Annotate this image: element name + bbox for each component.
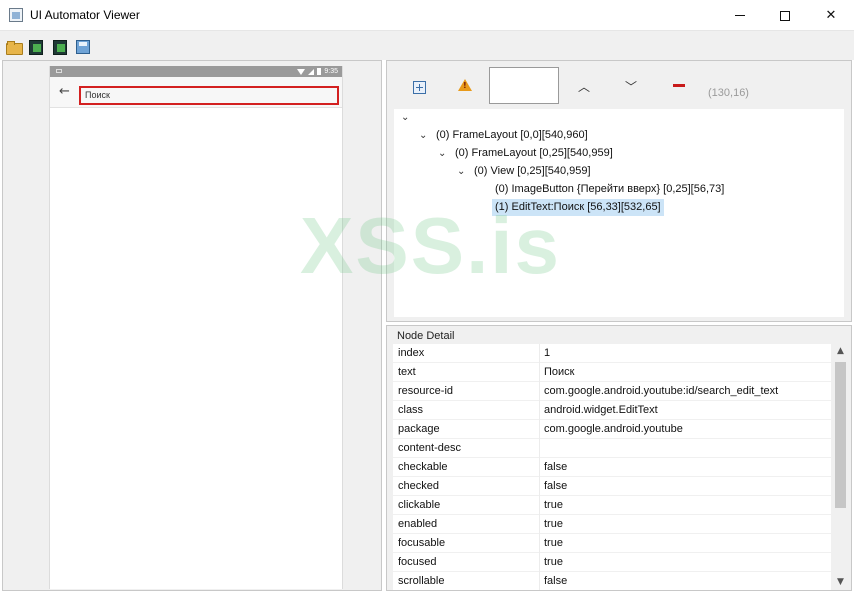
property-key: checked — [398, 480, 439, 492]
property-value: false — [544, 575, 568, 587]
window-title: UI Automator Viewer — [30, 8, 140, 22]
close-icon: ✕ — [825, 8, 837, 23]
device-screen[interactable]: 9:35 ← Поиск — [49, 66, 343, 589]
table-row[interactable]: class android.widget.EditText — [393, 401, 831, 420]
property-key: enabled — [398, 518, 438, 530]
tree-node-selected[interactable]: (1) EditText:Поиск [56,33][532,65] — [492, 199, 664, 216]
title-bar: UI Automator Viewer ✕ — [0, 0, 854, 31]
chevron-down-icon[interactable]: ﹀ — [621, 76, 641, 96]
node-detail-table: index 1 text Поиск resource-id com.google.a… — [393, 344, 831, 590]
scroll-thumb[interactable] — [835, 362, 846, 508]
property-key: clickable — [398, 499, 441, 511]
property-value: Поиск — [544, 366, 575, 378]
folder-open-icon[interactable] — [6, 40, 23, 55]
node-detail-pane: Node Detail index 1 text Поиск resource-id… — [386, 325, 852, 591]
table-row[interactable]: index 1 — [393, 344, 831, 363]
save-icon[interactable] — [76, 40, 90, 54]
node-detail-title: Node Detail — [397, 330, 455, 342]
table-row[interactable]: focusable true — [393, 534, 831, 553]
table-row[interactable]: checkable false — [393, 458, 831, 477]
status-time: 9:35 — [324, 68, 338, 75]
table-row[interactable]: content-desc — [393, 439, 831, 458]
chevron-down-icon[interactable]: ⌄ — [438, 145, 448, 162]
property-value: true — [544, 556, 563, 568]
minimize-button[interactable] — [717, 0, 763, 31]
status-bar: 9:35 — [50, 66, 342, 77]
table-row[interactable]: package com.google.android.youtube — [393, 420, 831, 439]
wifi-icon — [297, 68, 306, 75]
property-value: true — [544, 499, 563, 511]
tree-node[interactable]: (0) ImageButton {Перейти вверх} [0,25][5… — [495, 181, 724, 198]
close-button[interactable]: ✕ — [808, 0, 854, 31]
signal-icon — [308, 68, 315, 75]
scroll-up-icon[interactable]: ▲ — [833, 344, 848, 359]
property-key: focusable — [398, 537, 446, 549]
notification-icon — [56, 69, 62, 73]
property-key: checkable — [398, 461, 448, 473]
property-value: true — [544, 518, 563, 530]
arrow-left-icon[interactable]: ← — [59, 84, 70, 99]
maximize-icon — [780, 10, 790, 21]
chevron-down-icon[interactable]: ⌄ — [419, 127, 429, 144]
toolbar — [0, 31, 854, 60]
device-screenshot-compressed-icon[interactable] — [53, 40, 67, 55]
property-key: content-desc — [398, 442, 461, 454]
coords-readout: (130,16) — [708, 87, 749, 99]
table-row[interactable]: clickable true — [393, 496, 831, 515]
chevron-up-icon[interactable]: ︿ — [574, 76, 594, 96]
node-detail-scrollbar[interactable]: ▲ ▼ — [833, 344, 848, 590]
property-value: true — [544, 537, 563, 549]
app-search-bar: ← Поиск — [50, 77, 342, 108]
table-row[interactable]: scrollable false — [393, 572, 831, 590]
table-row[interactable]: focused true — [393, 553, 831, 572]
app-icon — [9, 8, 23, 22]
minimize-icon — [735, 15, 745, 16]
expand-all-icon[interactable] — [409, 77, 429, 97]
tree-node[interactable]: (0) View [0,25][540,959] — [474, 163, 591, 180]
screenshot-pane: 9:35 ← Поиск — [2, 60, 382, 591]
node-search-input[interactable] — [489, 67, 559, 104]
property-key: class — [398, 404, 424, 416]
property-value: com.google.android.youtube:id/search_edi… — [544, 385, 779, 397]
maximize-button[interactable] — [762, 0, 808, 31]
search-edit-text[interactable]: Поиск — [79, 86, 339, 105]
property-key: focused — [398, 556, 437, 568]
clear-icon[interactable] — [669, 75, 689, 95]
warning-icon[interactable] — [455, 75, 475, 95]
chevron-down-icon[interactable]: ⌄ — [401, 109, 411, 126]
property-value: false — [544, 480, 568, 492]
property-key: package — [398, 423, 440, 435]
device-screenshot-icon[interactable] — [29, 40, 43, 55]
tree-node[interactable]: (0) FrameLayout [0,0][540,960] — [436, 127, 588, 144]
property-key: resource-id — [398, 385, 454, 397]
property-value: 1 — [544, 347, 551, 359]
chevron-down-icon[interactable]: ⌄ — [457, 163, 467, 180]
property-key: scrollable — [398, 575, 445, 587]
property-key: text — [398, 366, 416, 378]
hierarchy-tree: ⌄ ⌄ (0) FrameLayout [0,0][540,960] ⌄ (0)… — [394, 109, 844, 317]
battery-icon — [317, 68, 322, 75]
property-value: false — [544, 461, 568, 473]
scroll-down-icon[interactable]: ▼ — [833, 575, 848, 590]
table-row[interactable]: text Поиск — [393, 363, 831, 382]
table-row[interactable]: checked false — [393, 477, 831, 496]
tree-node[interactable]: (0) FrameLayout [0,25][540,959] — [455, 145, 613, 162]
property-key: index — [398, 347, 425, 359]
table-row[interactable]: enabled true — [393, 515, 831, 534]
property-value: com.google.android.youtube — [544, 423, 683, 435]
table-row[interactable]: resource-id com.google.android.youtube:id… — [393, 382, 831, 401]
hierarchy-pane: ︿ ﹀ (130,16) ⌄ ⌄ (0) FrameLayout [0,0][5… — [386, 60, 852, 322]
property-value: android.widget.EditText — [544, 404, 658, 416]
